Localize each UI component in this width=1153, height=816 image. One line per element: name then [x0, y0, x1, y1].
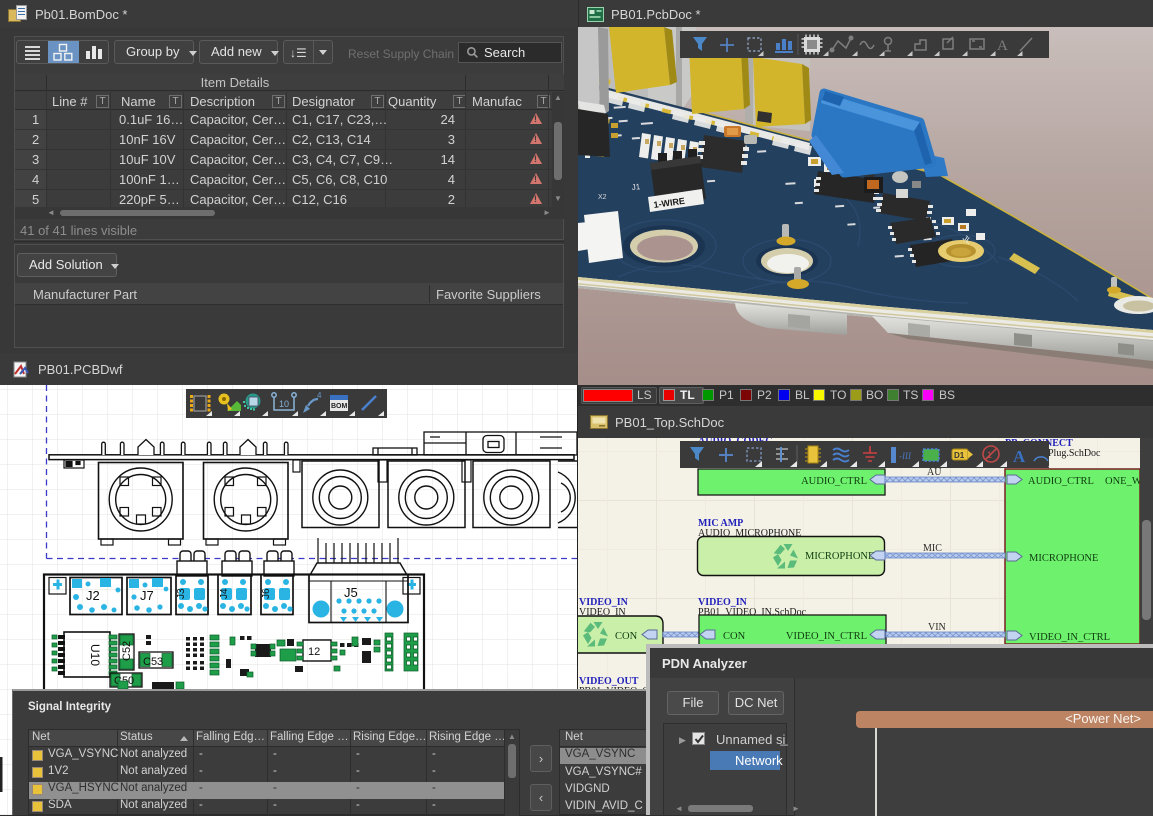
svg-text:12: 12 [308, 646, 320, 658]
svg-text:A: A [1013, 447, 1026, 466]
svg-text:4: 4 [317, 391, 322, 400]
svg-text:J1: J1 [631, 182, 641, 192]
svg-text:VIN: VIN [928, 622, 946, 633]
svg-text:CON: CON [723, 631, 746, 642]
svg-text:AUDIO_CTRL: AUDIO_CTRL [1028, 476, 1094, 487]
svg-text:1: 1 [987, 450, 992, 460]
svg-text:U10: U10 [88, 644, 102, 666]
svg-text:X2: X2 [598, 194, 607, 201]
svg-text:J5: J5 [344, 585, 358, 600]
svg-text:C53: C53 [143, 656, 163, 668]
svg-text:J7: J7 [140, 588, 154, 603]
svg-text:BOM: BOM [331, 403, 348, 410]
svg-text:10: 10 [279, 399, 289, 409]
svg-text:AU: AU [927, 467, 942, 478]
svg-text:VIDEO_IN_CTRL: VIDEO_IN_CTRL [1029, 632, 1110, 643]
svg-text:Plug.SchDoc: Plug.SchDoc [1048, 448, 1101, 459]
svg-text:J2: J2 [86, 588, 100, 603]
svg-text:MICROPHONE: MICROPHONE [1029, 553, 1098, 564]
svg-text:-III: -III [899, 451, 912, 461]
svg-text:D1: D1 [954, 451, 965, 460]
svg-text:VIDEO_IN_CTRL: VIDEO_IN_CTRL [786, 631, 867, 642]
svg-text:J3: J3 [176, 588, 187, 599]
svg-text:A: A [997, 38, 1008, 54]
svg-text:MICROPHONE: MICROPHONE [805, 551, 874, 562]
svg-text:J4: J4 [219, 588, 230, 599]
svg-text:AUDIO_CTRL: AUDIO_CTRL [801, 476, 867, 487]
svg-text:J6: J6 [261, 588, 272, 599]
svg-text:MIC: MIC [923, 543, 942, 554]
svg-text:CON: CON [615, 631, 638, 642]
svg-text:C52: C52 [121, 641, 133, 661]
